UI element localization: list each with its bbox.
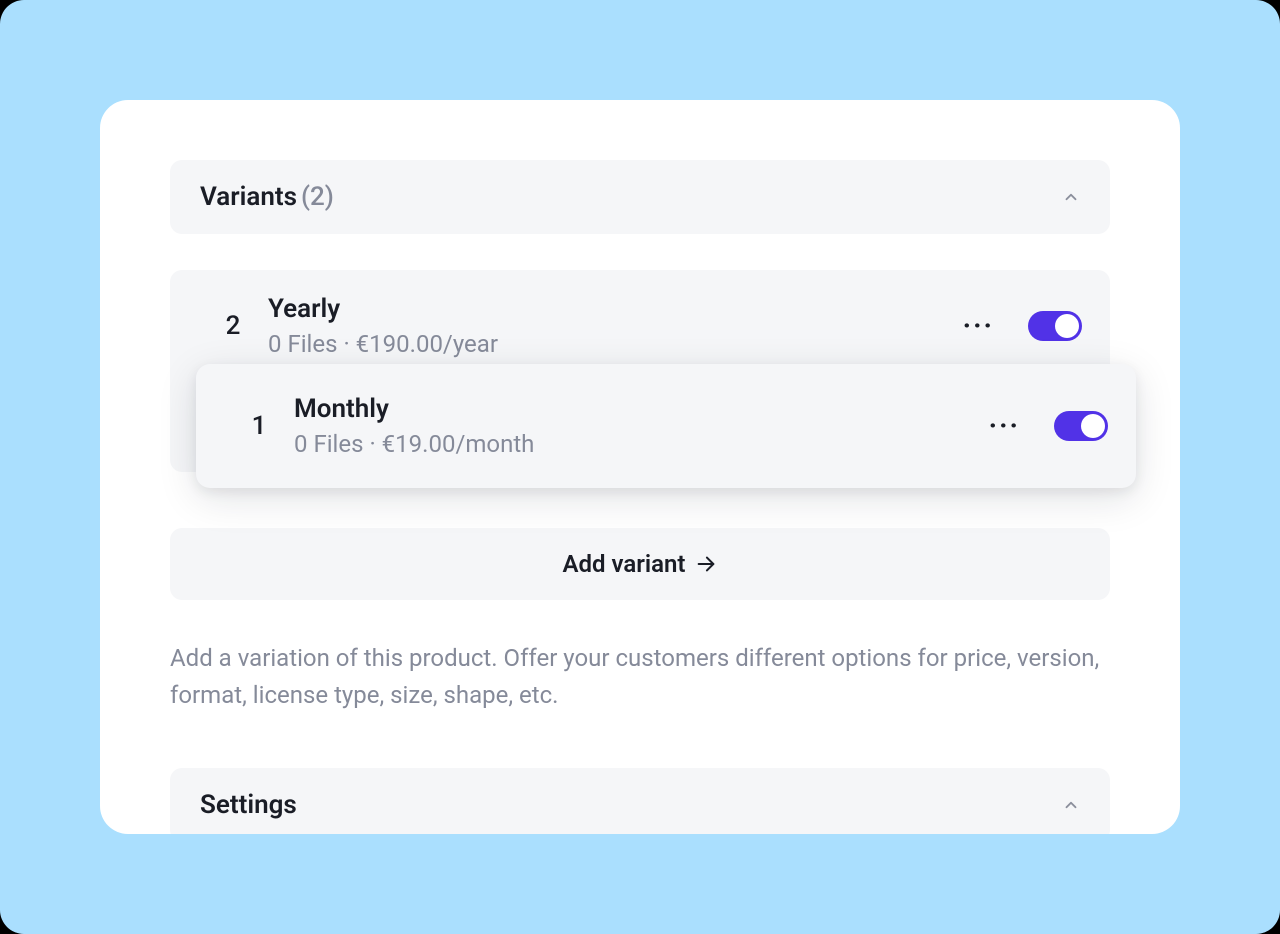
more-icon[interactable]: ··· <box>959 312 998 340</box>
arrow-right-icon <box>695 553 717 575</box>
variant-meta: 0 Files · €190.00/year <box>268 330 959 358</box>
section-title: Variants (2) <box>200 182 334 212</box>
variant-order-num: 1 <box>224 411 294 441</box>
helper-text: Add a variation of this product. Offer y… <box>170 640 1110 714</box>
toggle-knob <box>1055 314 1079 338</box>
settings-title: Settings <box>200 790 297 820</box>
variants-count: (2) <box>301 182 334 212</box>
chevron-up-icon[interactable] <box>1062 188 1080 206</box>
variant-toggle[interactable] <box>1054 411 1108 441</box>
variants-list: 2 Yearly 0 Files · €190.00/year ··· <box>170 270 1110 472</box>
variant-order-num: 2 <box>198 311 268 341</box>
settings-section-header[interactable]: Settings <box>170 768 1110 834</box>
variant-name: Yearly <box>268 294 959 324</box>
add-variant-button[interactable]: Add variant <box>170 528 1110 600</box>
variants-section-header[interactable]: Variants (2) <box>170 160 1110 234</box>
variant-row-monthly-dragging[interactable]: 1 Monthly 0 Files · €19.00/month ··· <box>196 364 1136 488</box>
add-variant-label: Add variant <box>563 550 686 578</box>
toggle-knob <box>1081 414 1105 438</box>
variants-title: Variants <box>200 182 297 212</box>
more-icon[interactable]: ··· <box>985 412 1024 440</box>
chevron-up-icon[interactable] <box>1062 796 1080 814</box>
variant-row-yearly[interactable]: 2 Yearly 0 Files · €190.00/year ··· <box>170 270 1110 360</box>
variant-meta: 0 Files · €19.00/month <box>294 430 985 458</box>
variant-toggle[interactable] <box>1028 311 1082 341</box>
variant-name: Monthly <box>294 394 985 424</box>
variants-card: Variants (2) 2 Yearly 0 Files · €190.00/… <box>100 100 1180 834</box>
